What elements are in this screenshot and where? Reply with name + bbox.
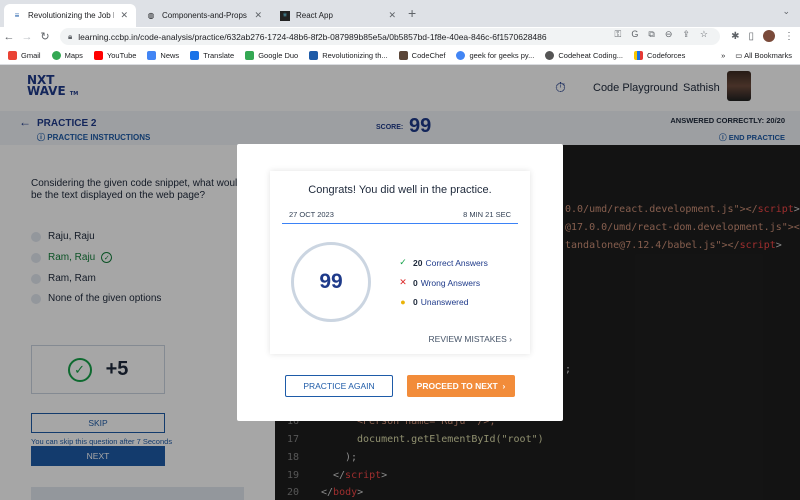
forward-icon[interactable]: → [18,31,36,43]
gmail-icon [8,50,17,60]
youtube-icon [93,50,103,60]
tab-react-app[interactable]: ⚛ React App ✕ [272,4,404,27]
close-icon[interactable]: ✕ [388,10,396,21]
chevron-down-icon[interactable]: ⌄ [782,6,790,17]
bookmark-maps[interactable]: Maps [51,50,83,60]
globe-icon: ◍ [147,11,155,20]
check-icon: ✓ [399,257,407,267]
address-bar-row: ← → ↻ 🔒︎ learning.ccbp.in/code-analysis/… [0,27,800,46]
tab-components-props[interactable]: ◍ Components-and-Props — CC ✕ [138,4,270,27]
bookmark-youtube[interactable]: YouTube [93,50,136,60]
bookmark-revolutionizing[interactable]: Revolutionizing th... [309,50,388,60]
menu-icon[interactable]: ⋮ [784,31,794,42]
result-modal: Congrats! You did well in the practice. … [237,144,563,421]
globe-icon [545,50,555,60]
bookmark-duo[interactable]: Google Duo [245,50,298,60]
bookmark-star-icon[interactable]: ☆ [700,29,708,40]
bookmark-news[interactable]: News [147,50,179,60]
duo-icon [245,50,255,60]
password-icon[interactable]: ⚿ [615,29,622,40]
translate-icon [190,50,200,60]
bookmark-codechef[interactable]: CodeChef [398,50,445,60]
dot-icon: ● [400,297,406,307]
result-duration: 8 MIN 21 SEC [463,210,511,219]
bookmark-translate[interactable]: Translate [190,50,234,60]
practice-again-button[interactable]: PRACTICE AGAIN [285,375,393,397]
review-mistakes-link[interactable]: REVIEW MISTAKES › [429,334,512,344]
ccbp-icon [309,50,319,60]
reload-icon[interactable]: ↻ [36,30,54,43]
all-bookmarks[interactable]: ▭ All Bookmarks [735,51,792,60]
codechef-icon [398,50,408,60]
score-ring: 99 [291,242,371,322]
extensions-icon[interactable]: ✱ [731,31,739,42]
bookmark-gmail[interactable]: Gmail [8,50,41,60]
google-icon[interactable]: G [631,29,638,40]
stat-correct: ✓ 20 Correct Answers [399,257,488,268]
cross-icon: ✕ [399,277,407,287]
google-icon [456,50,466,60]
browser-tab-bar: ≡ Revolutionizing the Job Marke ✕ ◍ Comp… [0,0,800,27]
bookmarks-bar: Gmail Maps YouTube News Translate Google… [0,46,800,65]
result-date: 27 OCT 2023 [289,210,334,219]
congrats-text: Congrats! You did well in the practice. [308,184,492,196]
news-icon [147,50,157,60]
url-text: learning.ccbp.in/code-analysis/practice/… [78,31,547,42]
back-icon[interactable]: ← [0,31,18,43]
share-icon[interactable]: ⇪ [682,29,690,40]
stat-unanswered: ● 0 Unanswered [398,297,468,307]
folder-icon: ▭ [735,51,745,60]
react-icon: ⚛ [280,10,290,21]
codeforces-icon [634,50,643,60]
stat-wrong: ✕ 0 Wrong Answers [399,277,481,288]
open-external-icon[interactable]: ⧉ [648,29,654,40]
result-card: Congrats! You did well in the practice. … [270,171,530,354]
close-icon[interactable]: ✕ [120,10,128,21]
close-icon[interactable]: ✕ [254,10,262,21]
side-panel-icon[interactable]: ▯ [748,31,754,42]
bookmark-codeheat[interactable]: Codeheat Coding... [545,50,623,60]
tab-job-market[interactable]: ≡ Revolutionizing the Job Marke ✕ [4,4,136,27]
bookmark-codeforces[interactable]: Codeforces [634,50,685,60]
chevron-right-icon: › [502,381,506,391]
more-bookmarks-icon[interactable]: » [721,51,725,60]
new-tab-button[interactable]: + [408,5,416,21]
profile-avatar[interactable] [763,30,775,42]
maps-icon [51,50,61,60]
bookmark-gfg[interactable]: geek for geeks py... [456,50,534,60]
lock-icon: 🔒︎ [68,31,73,41]
chevron-right-icon: › [509,334,512,344]
ccbp-icon: ≡ [14,11,20,20]
divider [282,223,518,224]
zoom-icon[interactable]: ⊖ [665,29,673,40]
proceed-to-next-button[interactable]: PROCEED TO NEXT › [407,375,515,397]
